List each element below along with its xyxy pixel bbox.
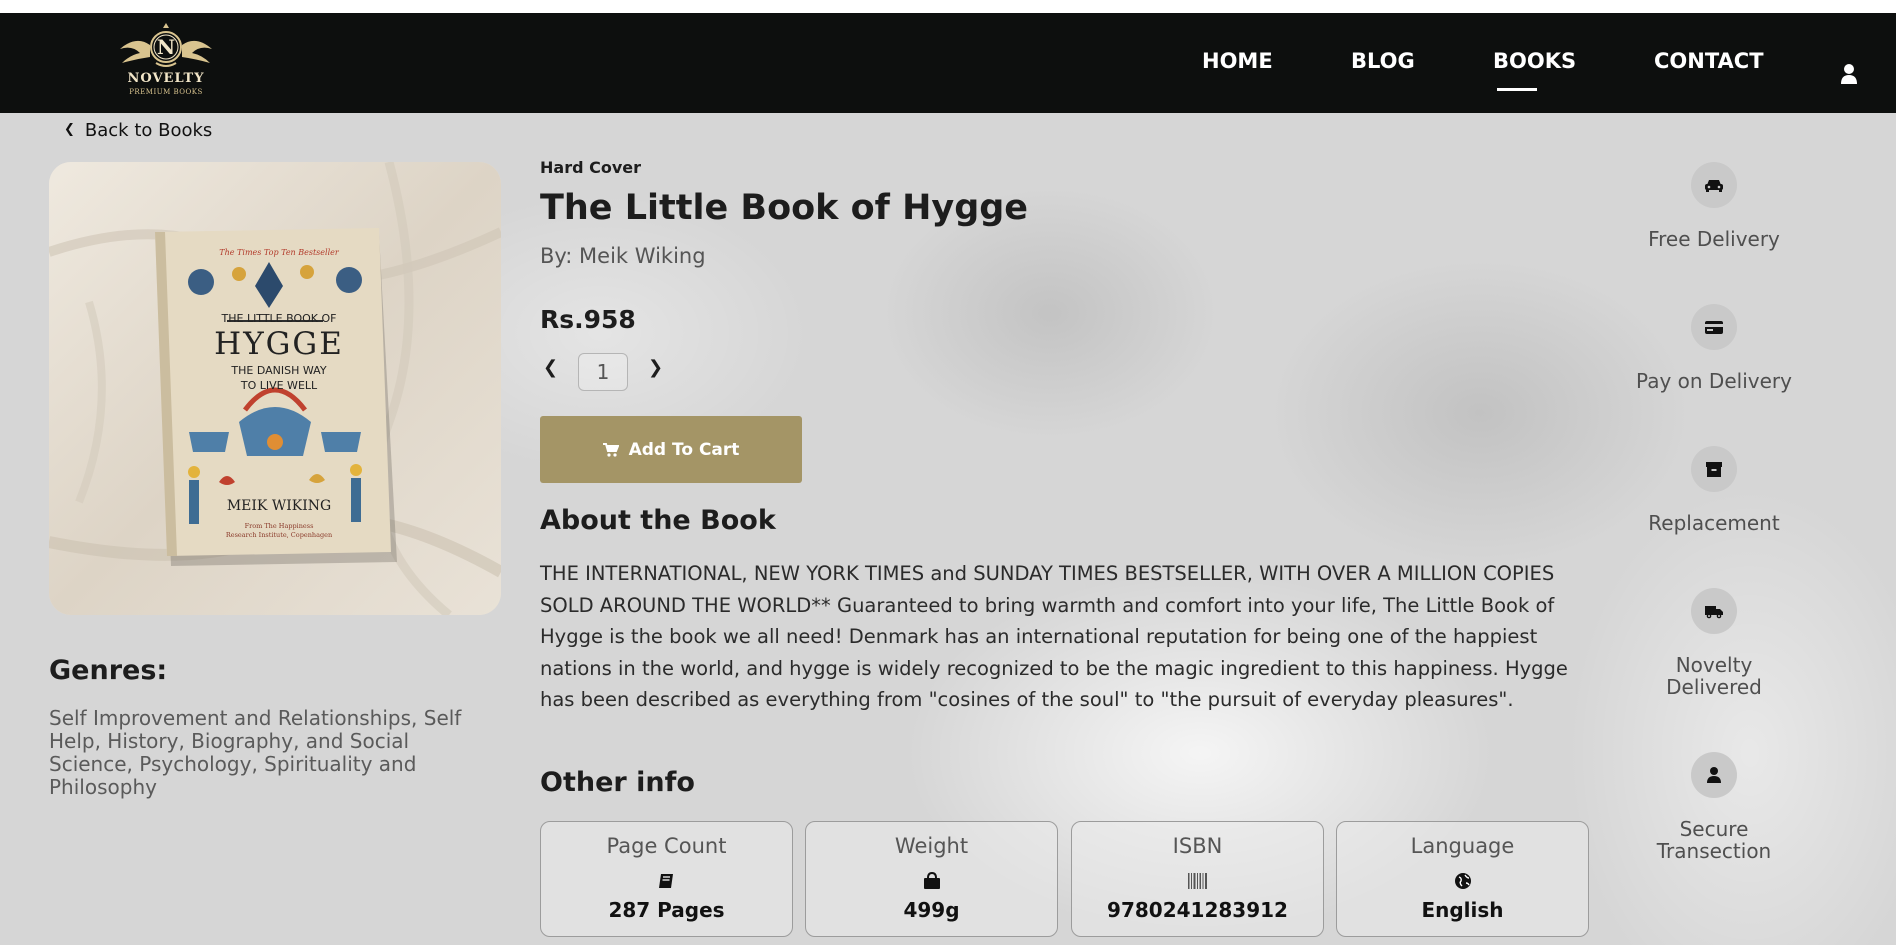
globe-icon bbox=[1337, 872, 1588, 892]
info-label: Page Count bbox=[606, 834, 727, 858]
cover-footer2: Research Institute, Copenhagen bbox=[225, 531, 333, 539]
book-title: The Little Book of Hygge bbox=[540, 188, 1029, 228]
nav-blog[interactable]: BLOG bbox=[1351, 49, 1415, 73]
book-cover-image: The Times Top Ten Bestseller THE LITTLE … bbox=[49, 162, 501, 615]
chevron-left-icon: ❮ bbox=[64, 122, 75, 137]
car-icon bbox=[1691, 162, 1737, 208]
info-value: English bbox=[1421, 898, 1504, 922]
info-label: Weight bbox=[894, 834, 969, 858]
info-value: 287 Pages bbox=[608, 898, 725, 922]
info-card-language: Language English bbox=[1336, 821, 1589, 937]
bag-icon bbox=[806, 871, 1057, 892]
user-icon[interactable] bbox=[1840, 63, 1858, 85]
chevron-left-icon: ❮ bbox=[543, 357, 559, 378]
logo-letter: N bbox=[156, 35, 176, 59]
feature-label: Secure Transection bbox=[1656, 817, 1772, 863]
info-card-page-count: Page Count 287 Pages bbox=[540, 821, 793, 937]
truck-icon bbox=[1691, 588, 1737, 634]
book-format: Hard Cover bbox=[540, 158, 642, 177]
quantity-decrease-button[interactable]: ❮ bbox=[543, 357, 558, 378]
info-card-isbn: ISBN 9780241283912 bbox=[1071, 821, 1324, 937]
archive-box-icon bbox=[1691, 446, 1737, 492]
other-info-heading: Other info bbox=[540, 767, 695, 798]
feature-label: Replacement bbox=[1648, 511, 1780, 535]
barcode-icon bbox=[1072, 872, 1323, 892]
info-card-weight: Weight 499g bbox=[805, 821, 1058, 937]
brand-tagline: PREMIUM BOOKS bbox=[129, 88, 203, 96]
about-text: THE INTERNATIONAL, NEW YORK TIMES and SU… bbox=[540, 562, 1568, 711]
nav-active-indicator bbox=[1497, 88, 1537, 91]
genres-text: Self Improvement and Relationships, Self… bbox=[49, 706, 462, 799]
quantity-increase-button[interactable]: ❯ bbox=[648, 357, 663, 378]
feature-label: Free Delivery bbox=[1648, 227, 1780, 251]
about-heading: About the Book bbox=[540, 505, 776, 536]
credit-card-icon bbox=[1691, 304, 1737, 350]
back-label: Back to Books bbox=[84, 120, 213, 141]
book-author: By: Meik Wiking bbox=[540, 244, 706, 268]
book-price: Rs.958 bbox=[540, 305, 636, 334]
brand-logo[interactable]: N NOVELTY PREMIUM BOOKS bbox=[112, 19, 220, 107]
quantity-input[interactable]: 1 bbox=[578, 353, 628, 391]
cover-banner: The Times Top Ten Bestseller bbox=[219, 248, 339, 257]
nav-books[interactable]: BOOKS bbox=[1493, 49, 1576, 73]
info-value: 499g bbox=[903, 898, 960, 922]
add-to-cart-button[interactable]: Add To Cart bbox=[540, 416, 802, 483]
info-label: Language bbox=[1410, 834, 1515, 858]
chevron-right-icon: ❯ bbox=[648, 357, 664, 378]
cover-author: MEIK WIKING bbox=[226, 498, 332, 514]
user-shield-icon bbox=[1691, 752, 1737, 798]
top-strip bbox=[0, 0, 1896, 13]
info-label: ISBN bbox=[1172, 834, 1223, 858]
cover-line1: THE LITTLE BOOK OF bbox=[221, 312, 337, 325]
cover-footer1: From The Happiness bbox=[244, 522, 314, 530]
back-to-books-link[interactable]: ❮ Back to Books bbox=[64, 120, 212, 141]
feature-label: Novelty Delivered bbox=[1666, 653, 1762, 699]
book-icon bbox=[541, 872, 792, 892]
nav-contact[interactable]: CONTACT bbox=[1654, 49, 1764, 73]
cover-line2: HYGGE bbox=[214, 326, 344, 362]
cart-icon bbox=[602, 442, 619, 457]
add-to-cart-label: Add To Cart bbox=[628, 439, 740, 460]
cover-line4: TO LIVE WELL bbox=[240, 379, 318, 392]
nav-home[interactable]: HOME bbox=[1202, 49, 1273, 73]
info-value: 9780241283912 bbox=[1107, 898, 1288, 922]
genres-heading: Genres: bbox=[49, 655, 168, 686]
feature-label: Pay on Delivery bbox=[1636, 369, 1792, 393]
brand-name: NOVELTY bbox=[127, 71, 205, 86]
cover-line3: THE DANISH WAY bbox=[231, 364, 327, 377]
navbar: N NOVELTY PREMIUM BOOKS HOME BLOG BOOKS … bbox=[0, 13, 1896, 113]
